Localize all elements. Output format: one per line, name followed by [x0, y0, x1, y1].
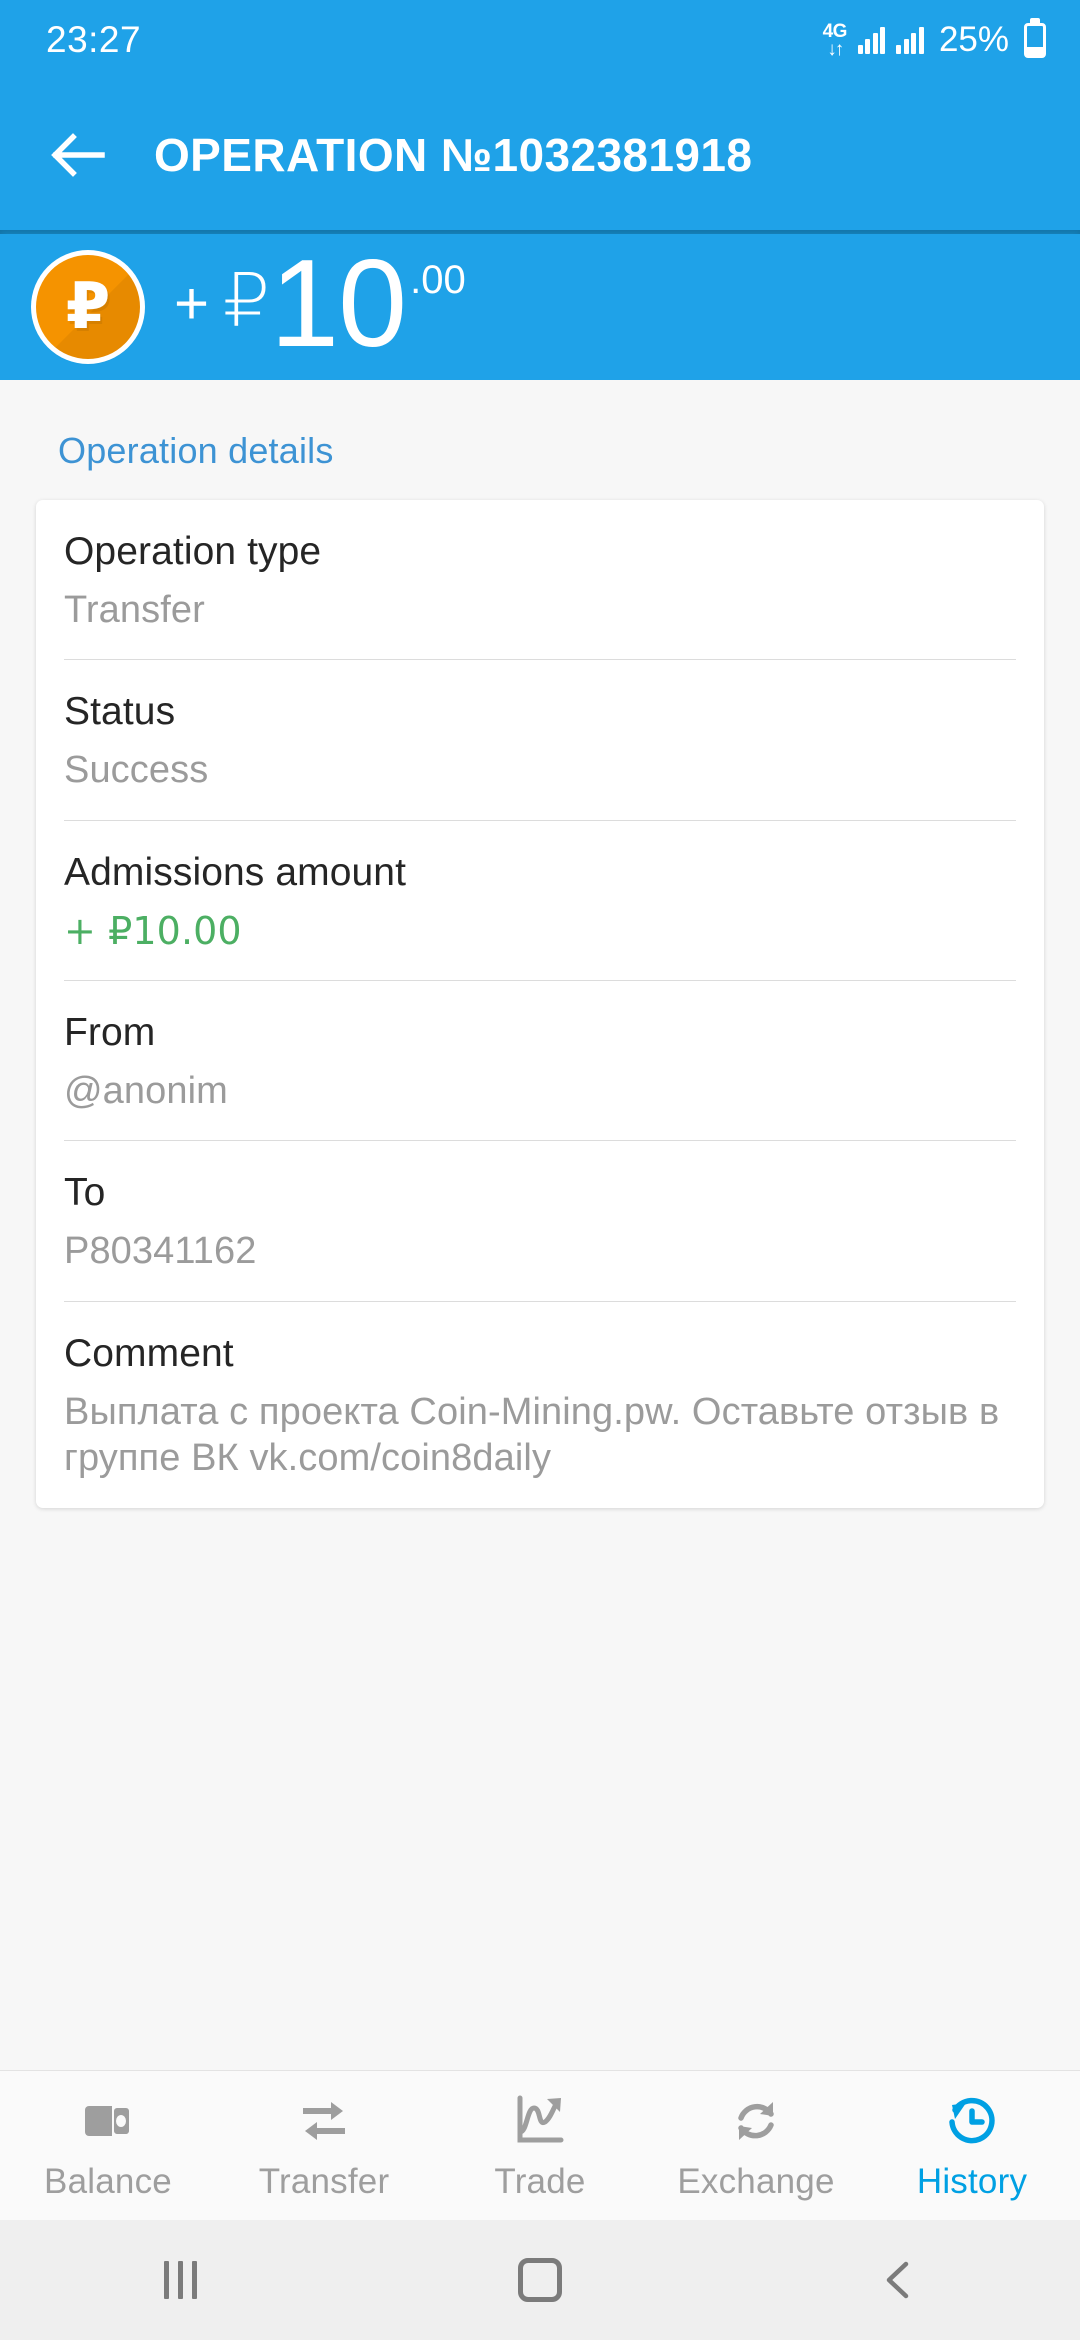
detail-row: Operation type Transfer [64, 500, 1016, 659]
transfer-icon [295, 2090, 353, 2152]
system-back-button[interactable] [720, 2258, 1080, 2302]
chart-up-icon [511, 2090, 569, 2152]
detail-row-label: Status [64, 690, 176, 734]
history-clock-icon [943, 2090, 1001, 2152]
detail-row-label: Operation type [64, 530, 322, 573]
system-navigation-bar [0, 2220, 1080, 2340]
detail-row-label: From [64, 1011, 156, 1055]
detail-row: From @anonim [64, 980, 1016, 1140]
detail-row-value: Success [64, 749, 209, 792]
battery-icon [1024, 22, 1046, 58]
home-icon [518, 2258, 562, 2302]
signal-bars-icon-2 [896, 26, 924, 54]
network-type-icon: 4G ↓↑ [822, 20, 848, 60]
signal-bars-icon [857, 26, 886, 54]
content-area: Operation details Operation type Transfer… [0, 380, 1080, 2070]
nav-item-exchange[interactable]: Exchange [648, 2090, 864, 2202]
back-arrow-icon[interactable] [46, 124, 108, 186]
detail-row: To P80341162 [64, 1140, 1016, 1300]
network-type-label: 4G [822, 20, 848, 42]
wallet-icon [79, 2090, 137, 2152]
battery-percent-label: 25% [938, 20, 1009, 59]
nav-item-trade[interactable]: Trade [432, 2090, 648, 2202]
nav-item-history[interactable]: History [864, 2090, 1080, 2202]
bottom-navigation: Balance Transfer Trade Exchange History [0, 2070, 1080, 2220]
detail-row-value: @anonim [64, 1070, 228, 1113]
detail-row-label: To [64, 1171, 106, 1215]
refresh-icon [727, 2090, 785, 2152]
amount-header: ₽ + ₽ 10 .00 [0, 234, 1080, 380]
detail-row-label: Admissions amount [64, 850, 407, 894]
page-title: OPERATION №1032381918 [154, 129, 753, 181]
detail-row-label: Comment [64, 1331, 234, 1375]
detail-row: Comment Выплата с проекта Coin-Mining.pw.… [64, 1300, 1016, 1508]
amount-sign: + [174, 270, 210, 337]
status-bar-indicators: 4G ↓↑ 25% [823, 20, 1046, 60]
detail-row-value: P80341162 [64, 1230, 257, 1273]
recents-button[interactable] [0, 2261, 360, 2299]
network-arrows-label: ↓↑ [827, 38, 844, 60]
phone-screen: 23:27 4G ↓↑ 25% OPERATION №1032381918 ₽ [0, 0, 1080, 2340]
nav-item-label: Transfer [258, 2161, 390, 2201]
nav-item-transfer[interactable]: Transfer [216, 2090, 432, 2202]
operation-details-card: Operation type Transfer Status Success Admis… [36, 500, 1044, 1508]
detail-row: Status Success [64, 659, 1016, 819]
amount-integer: 10 [270, 235, 407, 373]
detail-row-value: Transfer [64, 589, 205, 631]
section-title-operation-details: Operation details [58, 430, 334, 471]
amount-value: + ₽ 10 .00 [174, 242, 466, 366]
detail-row-value: + ₽10.00 [64, 908, 242, 953]
nav-item-label: Trade [494, 2161, 586, 2201]
status-bar: 23:27 4G ↓↑ 25% [0, 0, 1080, 80]
app-bar: OPERATION №1032381918 [0, 80, 1080, 230]
detail-row: Admissions amount + ₽10.00 [64, 819, 1016, 980]
recents-icon [163, 2261, 197, 2299]
nav-item-label: History [916, 2161, 1028, 2201]
coin-ruble-symbol: ₽ [65, 270, 111, 344]
system-back-icon [886, 2261, 909, 2299]
amount-decimal: .00 [410, 258, 466, 302]
nav-item-balance[interactable]: Balance [0, 2090, 216, 2202]
detail-row-value: Выплата с проекта Coin-Mining.pw. Оставь… [64, 1390, 1000, 1480]
amount-currency-symbol: ₽ [223, 258, 271, 344]
nav-item-label: Balance [44, 2161, 172, 2201]
home-button[interactable] [360, 2258, 720, 2302]
ruble-coin-icon: ₽ [36, 255, 140, 359]
nav-item-label: Exchange [677, 2161, 835, 2201]
status-bar-clock: 23:27 [46, 19, 142, 60]
